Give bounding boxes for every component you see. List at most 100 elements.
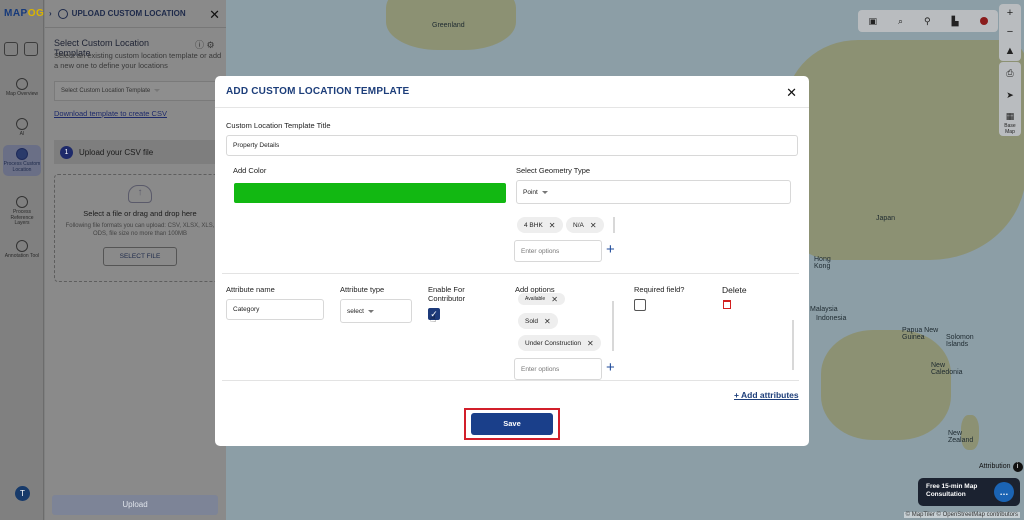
location-pin-icon xyxy=(57,8,68,19)
step-label: Upload your CSV file xyxy=(79,147,154,157)
left-rail: MAPOG Map Overview AI Process Custom Loc… xyxy=(0,0,44,520)
attribute-options-input[interactable]: Enter options xyxy=(514,358,602,380)
settings-icon[interactable] xyxy=(4,42,18,56)
avatar[interactable]: T xyxy=(15,486,30,501)
map-toolbar: ▣ ⌕ ⚲ ▙ xyxy=(858,10,998,32)
remove-chip-icon[interactable]: ✕ xyxy=(590,221,597,230)
chips-scrollbar[interactable] xyxy=(613,217,615,233)
basemap-button[interactable]: ▦ Base Map xyxy=(999,106,1021,136)
map-label: Papua New Guinea xyxy=(902,327,939,341)
annotation-icon xyxy=(16,240,28,252)
option-chip[interactable]: Sold ✕ xyxy=(518,313,558,329)
template-description: Select an existing custom location templ… xyxy=(54,51,222,70)
attribution-label: Attribution xyxy=(979,463,1011,470)
locate-icon[interactable]: ⚲ xyxy=(924,16,931,27)
options-scrollbar[interactable] xyxy=(612,301,614,351)
geometry-select[interactable]: Point xyxy=(516,180,791,204)
option-chip[interactable]: 4 BHK ✕ xyxy=(517,217,563,233)
search-icon[interactable]: ⌕ xyxy=(898,16,903,27)
rail-item-process-custom-location[interactable]: Process Custom Location xyxy=(3,145,41,176)
app-logo[interactable]: MAPOG xyxy=(4,8,44,19)
map-label: Solomon Islands xyxy=(946,334,974,348)
remove-chip-icon[interactable]: ✕ xyxy=(587,339,594,348)
rail-top-icons xyxy=(4,42,38,56)
add-option-icon[interactable]: + xyxy=(606,241,615,258)
option-chip[interactable]: Under Construction ✕ xyxy=(518,335,601,351)
gear-icon[interactable]: ⚙ xyxy=(207,40,215,50)
map-label: Malaysia xyxy=(810,306,838,313)
add-option-icon[interactable]: + xyxy=(606,359,615,376)
map-label: Japan xyxy=(876,215,896,222)
add-attributes-link[interactable]: + Add attributes xyxy=(734,390,799,400)
info-icon[interactable]: ⓘ xyxy=(195,40,204,50)
trash-icon[interactable] xyxy=(723,300,731,309)
close-icon[interactable]: ✕ xyxy=(786,85,797,101)
navigate-icon[interactable]: ➤ xyxy=(999,84,1021,106)
info-icon: i xyxy=(1012,462,1023,472)
remove-chip-icon[interactable]: ✕ xyxy=(551,295,558,304)
upload-button[interactable]: Upload xyxy=(52,495,218,515)
divider xyxy=(222,273,799,274)
chart-icon[interactable]: ▙ xyxy=(952,16,959,27)
color-picker[interactable] xyxy=(234,183,506,203)
template-select[interactable]: Select Custom Location Template xyxy=(54,81,216,101)
chevron-down-icon xyxy=(367,309,374,313)
compass-icon[interactable]: ▲ xyxy=(999,42,1021,61)
panel-header: › UPLOAD CUSTOM LOCATION ✕ xyxy=(45,0,226,28)
rail-item-map-overview[interactable]: Map Overview xyxy=(3,78,41,98)
option-chip[interactable]: Available ✕ xyxy=(518,293,565,305)
chat-icon[interactable]: … xyxy=(994,482,1014,502)
map-icon xyxy=(16,78,28,90)
panel-title: UPLOAD CUSTOM LOCATION xyxy=(71,9,186,18)
map-label: New Zealand xyxy=(948,430,974,444)
measure-icon[interactable]: ▣ xyxy=(868,16,877,27)
upload-step[interactable]: 1 Upload your CSV file xyxy=(54,140,226,164)
cursor-icon: ☝ xyxy=(430,314,437,325)
option-chip[interactable]: N/A ✕ xyxy=(566,217,604,233)
required-checkbox[interactable] xyxy=(634,299,646,311)
remove-chip-icon[interactable]: ✕ xyxy=(544,317,551,326)
close-panel-icon[interactable]: ✕ xyxy=(209,7,220,23)
template-title-input[interactable]: Property Details xyxy=(226,135,798,156)
location-pin-icon xyxy=(16,148,28,160)
map-attribution-footer[interactable]: © MapTiler © OpenStreetMap contributors xyxy=(903,512,1020,518)
chevron-right-icon[interactable]: › xyxy=(49,9,52,18)
col-attribute-name: Attribute name xyxy=(226,285,275,294)
rail-item-annotation-tool[interactable]: Annotation Tool xyxy=(3,240,41,260)
drop-title: Select a file or drag and drop here xyxy=(83,209,197,218)
print-icon[interactable]: ⎙ xyxy=(999,62,1021,84)
rail-item-process-reference-layers[interactable]: Process Reference Layers xyxy=(3,196,41,227)
file-drop-zone[interactable]: ↑ Select a file or drag and drop here Fo… xyxy=(54,174,226,282)
record-icon[interactable] xyxy=(979,17,988,25)
ai-icon xyxy=(16,118,28,130)
attribute-name-input[interactable]: Category xyxy=(226,299,324,320)
attribution-toggle[interactable]: Attribution i xyxy=(979,462,1023,472)
remove-chip-icon[interactable]: ✕ xyxy=(549,221,556,230)
col-required: Required field? xyxy=(634,285,685,294)
panel-icon[interactable] xyxy=(24,42,38,56)
zoom-out-icon[interactable]: − xyxy=(999,23,1021,42)
basemap-icon: ▦ xyxy=(1005,111,1015,121)
consultation-button[interactable]: Free 15-min Map Consultation … xyxy=(918,478,1020,506)
land-australia xyxy=(821,330,951,440)
attributes-scrollbar[interactable] xyxy=(792,320,794,370)
save-button[interactable]: Save xyxy=(471,413,553,435)
geometry-options-input[interactable]: Enter options xyxy=(514,240,602,262)
template-title-label: Custom Location Template Title xyxy=(226,121,331,130)
add-template-modal: ADD CUSTOM LOCATION TEMPLATE ✕ Custom Lo… xyxy=(215,76,809,446)
add-color-label: Add Color xyxy=(233,166,267,175)
drop-subtitle: Following file formats you can upload: C… xyxy=(65,223,215,237)
chevron-down-icon xyxy=(154,89,161,92)
select-file-button[interactable]: SELECT FILE xyxy=(102,246,178,266)
map-label: Greenland xyxy=(432,22,465,29)
chevron-down-icon xyxy=(541,190,548,194)
zoom-in-icon[interactable]: + xyxy=(999,4,1021,23)
upload-panel: › UPLOAD CUSTOM LOCATION ✕ Select Custom… xyxy=(45,0,226,520)
rail-item-ai[interactable]: AI xyxy=(3,118,41,138)
divider xyxy=(222,380,799,381)
attribute-type-select[interactable]: select xyxy=(340,299,412,323)
heading-icons: ⓘ ⚙ xyxy=(195,38,215,51)
col-delete: Delete xyxy=(722,285,747,295)
basemap-label: Base Map xyxy=(1004,123,1016,135)
download-template-link[interactable]: Download template to create CSV xyxy=(54,109,167,118)
